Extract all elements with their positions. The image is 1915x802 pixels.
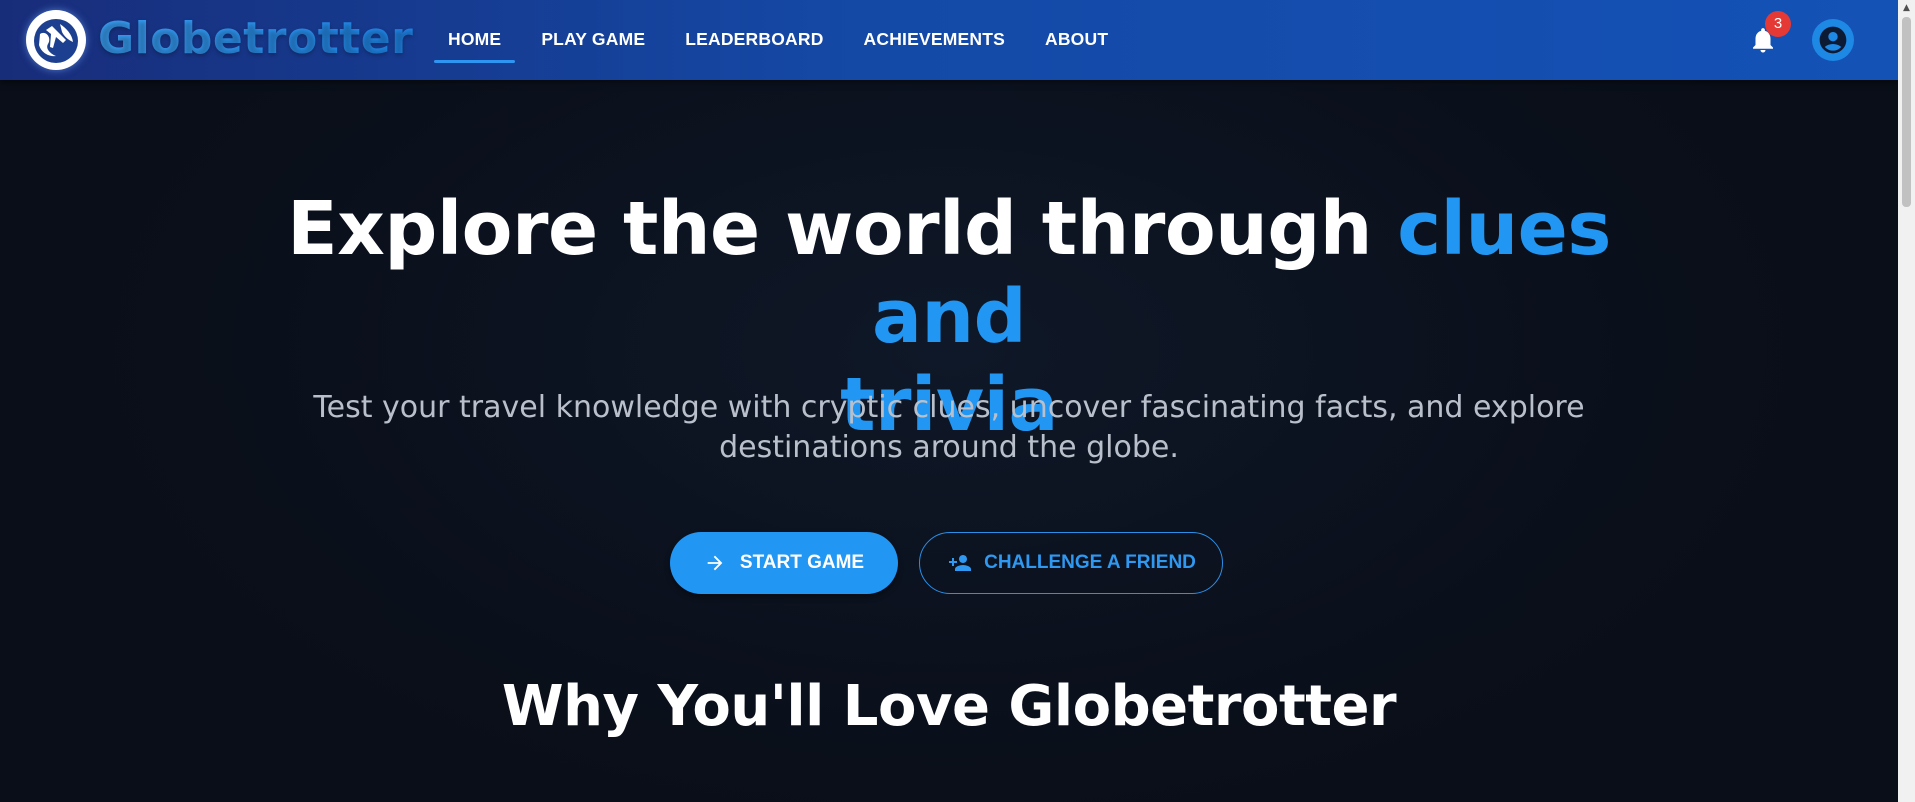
brand-title[interactable]: Globetrotter — [98, 11, 413, 67]
start-game-button[interactable]: START GAME — [670, 532, 898, 594]
start-game-label: START GAME — [739, 552, 865, 573]
nav-item-play-game[interactable]: PLAY GAME — [527, 0, 659, 80]
logo-icon[interactable] — [26, 10, 86, 70]
page: Globetrotter HOME PLAY GAME LEADERBOARD … — [0, 0, 1898, 802]
arrow-right-icon — [707, 555, 723, 571]
hero-subtitle-line-1: Test your travel knowledge with cryptic … — [313, 390, 1585, 425]
nav-item-achievements[interactable]: ACHIEVEMENTS — [850, 0, 1019, 80]
nav-item-home[interactable]: HOME — [434, 0, 516, 80]
hero-title-plain: Explore the world through — [287, 186, 1372, 272]
vertical-scrollbar[interactable]: ▲ — [1898, 0, 1915, 802]
account-circle-icon[interactable] — [1812, 19, 1854, 61]
person-add-icon — [949, 555, 972, 571]
main-nav: HOME PLAY GAME LEADERBOARD ACHIEVEMENTS … — [434, 0, 1134, 80]
features-title: Why You'll Love Globetrotter — [501, 674, 1397, 739]
notification-badge: 3 — [1765, 11, 1791, 37]
scroll-thumb[interactable] — [1902, 17, 1911, 207]
challenge-friend-button[interactable]: CHALLENGE A FRIEND — [919, 532, 1223, 594]
hero-subtitle-line-2: destinations around the globe. — [719, 430, 1179, 465]
nav-item-about[interactable]: ABOUT — [1031, 0, 1122, 80]
nav-item-leaderboard[interactable]: LEADERBOARD — [671, 0, 837, 80]
challenge-friend-label: CHALLENGE A FRIEND — [984, 552, 1196, 573]
hero-subtitle: Test your travel knowledge with cryptic … — [300, 388, 1598, 468]
scroll-up-arrow-icon[interactable]: ▲ — [1898, 0, 1915, 17]
top-app-bar: Globetrotter HOME PLAY GAME LEADERBOARD … — [0, 0, 1898, 80]
